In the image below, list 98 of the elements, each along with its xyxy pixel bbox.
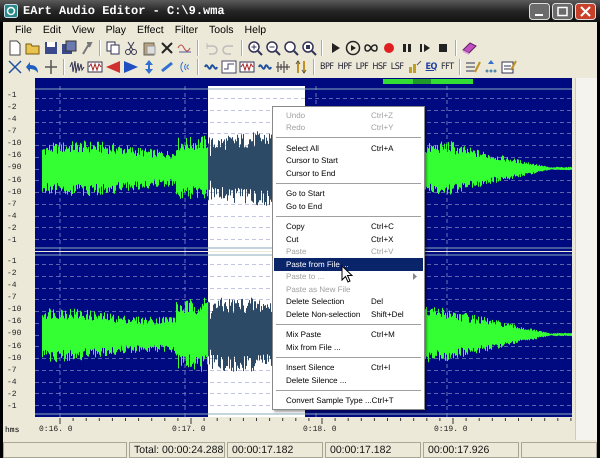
status-cell: 00:00:17.926: [423, 442, 519, 458]
scissors-icon[interactable]: [123, 40, 139, 56]
time-label: 0:19. 0: [434, 425, 468, 434]
time-label: 0:16. 0: [39, 425, 73, 434]
waveform-icon[interactable]: [69, 58, 85, 74]
scale-label: -10: [6, 354, 22, 363]
menu-item[interactable]: Delete Selection Del: [274, 296, 423, 308]
fade-out-icon[interactable]: [123, 58, 139, 74]
save-icon[interactable]: [43, 40, 59, 56]
waveform-box-icon[interactable]: [87, 58, 103, 74]
close-button[interactable]: [575, 2, 596, 20]
save-copy-icon[interactable]: [61, 40, 77, 56]
scale-label: -2: [6, 224, 18, 233]
scale-label: -4: [6, 282, 18, 290]
scale-label: -16: [6, 342, 22, 351]
fft-button[interactable]: FFT: [440, 62, 455, 72]
menu-item[interactable]: Effect: [131, 24, 169, 36]
chart-sparkle-icon[interactable]: [406, 58, 423, 74]
menu-item[interactable]: Select All Ctrl+A: [274, 142, 423, 154]
pitch-bars-icon[interactable]: [275, 58, 291, 74]
scale-label: -90: [6, 330, 22, 338]
scale-label: -16: [6, 318, 22, 326]
scale-label: -7: [6, 294, 18, 302]
copy-icon[interactable]: [105, 40, 121, 56]
menu-item[interactable]: Cursor to End: [274, 167, 423, 180]
filter-button[interactable]: HPF: [336, 62, 353, 72]
mouse-pointer-icon: [341, 265, 353, 283]
menu-item[interactable]: Tools: [203, 24, 239, 36]
overview-bar[interactable]: [35, 78, 572, 86]
menu-item[interactable]: Go to End: [274, 200, 423, 212]
list-edit-icon[interactable]: [464, 58, 481, 74]
scale-label: -1: [6, 402, 18, 411]
fade-in-icon[interactable]: [105, 58, 121, 74]
window-title: EArt Audio Editor - C:\9.wma: [23, 4, 226, 18]
scale-label: -7: [6, 200, 18, 209]
scale-label: -7: [6, 128, 18, 136]
menu-item[interactable]: File: [9, 24, 37, 36]
time-label: 0:18. 0: [303, 425, 337, 434]
scale-label: -16: [6, 176, 22, 185]
graph-box-icon[interactable]: [221, 58, 237, 74]
filter-button[interactable]: LPF: [354, 62, 370, 72]
menu-item[interactable]: Mix from File ...: [274, 341, 423, 354]
menu-item[interactable]: Play: [100, 24, 132, 36]
scale-label: -1: [6, 258, 18, 266]
scale-label: -16: [6, 152, 22, 160]
scale-label: -1: [6, 92, 18, 100]
app-icon: [4, 4, 18, 18]
zoom-out-icon[interactable]: [265, 40, 281, 56]
scale-label: -7: [6, 366, 18, 375]
menu-item[interactable]: Cursor to Start: [274, 154, 423, 167]
filter-button[interactable]: BPF: [319, 62, 335, 72]
scale-label: -4: [6, 116, 18, 124]
clipboard-icon[interactable]: [141, 40, 157, 56]
vertical-scrollbar[interactable]: [575, 78, 597, 440]
status-cell: 00:00:17.182: [325, 442, 421, 458]
play-circle-icon[interactable]: [345, 40, 361, 56]
scale-label: -2: [6, 270, 18, 278]
zoom-in-icon[interactable]: [247, 40, 263, 56]
menu-item[interactable]: Go to Start: [274, 188, 423, 200]
dots-arrow-icon[interactable]: [482, 58, 499, 74]
eq-button[interactable]: EQ: [424, 62, 438, 72]
menu-item[interactable]: Copy Ctrl+C: [274, 220, 423, 233]
filter-button[interactable]: HSF: [371, 62, 388, 72]
menu-item[interactable]: Delete Silence ...: [274, 374, 423, 386]
maximize-button[interactable]: [552, 2, 573, 20]
swap-arrows-icon[interactable]: [293, 58, 309, 74]
scale-label: -2: [6, 390, 18, 399]
scale-label: -10: [6, 188, 22, 197]
scale-label: -1: [6, 236, 18, 245]
menu-item[interactable]: Cut Ctrl+X: [274, 233, 423, 246]
menu-item[interactable]: Help: [238, 24, 272, 36]
panel-edit-icon[interactable]: [500, 58, 517, 74]
menu-item[interactable]: Convert Sample Type ...Ctrl+T: [274, 394, 423, 407]
time-unit-label: hms: [4, 425, 20, 435]
time-label: 0:17. 0: [172, 425, 206, 434]
menu-item[interactable]: Filter: [168, 24, 204, 36]
scale-label: -10: [6, 140, 22, 148]
zoom-selection-icon[interactable]: [301, 40, 317, 56]
menu-item[interactable]: Insert Silence Ctrl+I: [274, 362, 423, 374]
status-cell: 00:00:17.182: [227, 442, 323, 458]
zoom-fit-icon[interactable]: [283, 40, 299, 56]
scale-label: -4: [6, 212, 18, 221]
new-file-icon[interactable]: [7, 40, 23, 56]
status-cell: Total: 00:00:24.288: [129, 442, 225, 458]
waveform-box-icon[interactable]: [239, 58, 255, 74]
scale-label: -2: [6, 104, 18, 112]
scale-label: -4: [6, 378, 18, 387]
scale-label: -90: [6, 164, 22, 172]
scale-label: -10: [6, 306, 22, 314]
menu-item[interactable]: View: [66, 24, 100, 36]
delete-icon[interactable]: [159, 40, 175, 56]
menu-item[interactable]: Delete Non-selection Shift+Del: [274, 308, 423, 320]
minimize-button[interactable]: [529, 2, 550, 20]
book-icon[interactable]: [461, 40, 477, 56]
menu-item[interactable]: Mix Paste Ctrl+M: [274, 328, 423, 341]
cursor-mark-icon[interactable]: [43, 58, 59, 74]
menu-item[interactable]: Edit: [36, 24, 66, 36]
filter-button[interactable]: LSF: [390, 62, 405, 72]
